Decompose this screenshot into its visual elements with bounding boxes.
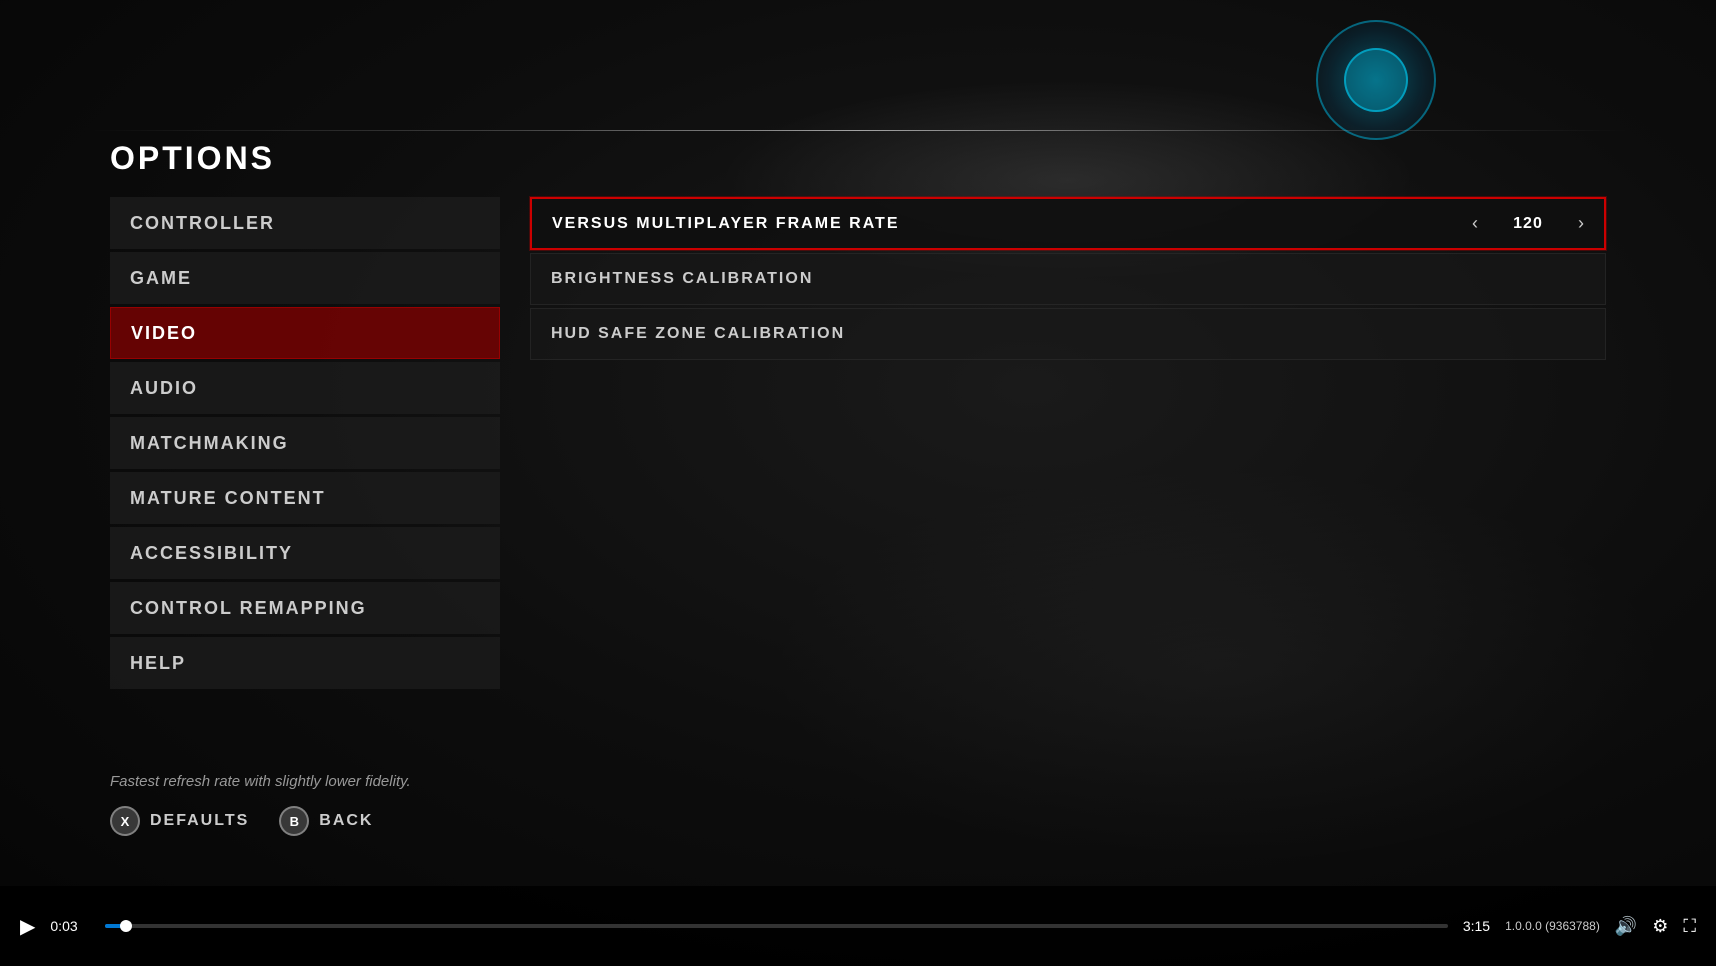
hint-text: Fastest refresh rate with slightly lower… (110, 773, 1606, 790)
fullscreen-icon[interactable]: ⛶ (1683, 916, 1696, 937)
page-title: OPTIONS (110, 140, 1606, 177)
top-right-icon (1316, 20, 1436, 140)
sidebar-item-mature-content[interactable]: MATURE CONTENT (110, 472, 500, 524)
bottom-area: Fastest refresh rate with slightly lower… (110, 773, 1606, 836)
layout-container: CONTROLLER GAME VIDEO AUDIO MATCHMAKING … (110, 197, 1606, 692)
sidebar-item-accessibility[interactable]: ACCESSIBILITY (110, 527, 500, 579)
progress-bar[interactable] (105, 924, 1447, 928)
settings-icon[interactable]: ⚙ (1652, 916, 1668, 937)
volume-icon[interactable]: 🔊 (1615, 916, 1637, 937)
defaults-button[interactable]: X DEFAULTS (110, 806, 249, 836)
sidebar-item-help[interactable]: HELP (110, 637, 500, 689)
value-container: ‹ 120 › (1472, 213, 1584, 234)
sidebar-item-audio[interactable]: AUDIO (110, 362, 500, 414)
version-label: 1.0.0.0 (9363788) (1505, 919, 1600, 933)
back-button[interactable]: B BACK (279, 806, 373, 836)
arrow-left-icon[interactable]: ‹ (1472, 213, 1478, 234)
settings-panel: VERSUS MULTIPLAYER FRAME RATE ‹ 120 › BR… (530, 197, 1606, 363)
progress-bar-fill (105, 924, 126, 928)
sidebar-item-video[interactable]: VIDEO (110, 307, 500, 359)
arrow-right-icon[interactable]: › (1578, 213, 1584, 234)
button-bar: X DEFAULTS B BACK (110, 806, 1606, 836)
setting-versus-frame-rate[interactable]: VERSUS MULTIPLAYER FRAME RATE ‹ 120 › (530, 197, 1606, 250)
main-content: OPTIONS CONTROLLER GAME VIDEO AUDIO MATC… (110, 140, 1606, 836)
time-current: 0:03 (50, 918, 90, 934)
setting-brightness[interactable]: BRIGHTNESS CALIBRATION (530, 253, 1606, 305)
setting-hud-safe-zone[interactable]: HUD SAFE ZONE CALIBRATION (530, 308, 1606, 360)
x-button-icon: X (110, 806, 140, 836)
b-button-icon: B (279, 806, 309, 836)
sidebar-item-matchmaking[interactable]: MATCHMAKING (110, 417, 500, 469)
sidebar-item-game[interactable]: GAME (110, 252, 500, 304)
time-total: 3:15 (1463, 918, 1490, 934)
top-divider (0, 130, 1716, 131)
setting-value: 120 (1498, 215, 1558, 233)
sidebar-item-controller[interactable]: CONTROLLER (110, 197, 500, 249)
play-button[interactable]: ▶ (20, 914, 35, 939)
sidebar-item-control-remapping[interactable]: CONTROL REMAPPING (110, 582, 500, 634)
video-player-bar: ▶ 0:03 3:15 1.0.0.0 (9363788) 🔊 ⚙ ⛶ (0, 886, 1716, 966)
sidebar: CONTROLLER GAME VIDEO AUDIO MATCHMAKING … (110, 197, 500, 692)
video-controls-right: 🔊 ⚙ ⛶ (1615, 916, 1696, 937)
